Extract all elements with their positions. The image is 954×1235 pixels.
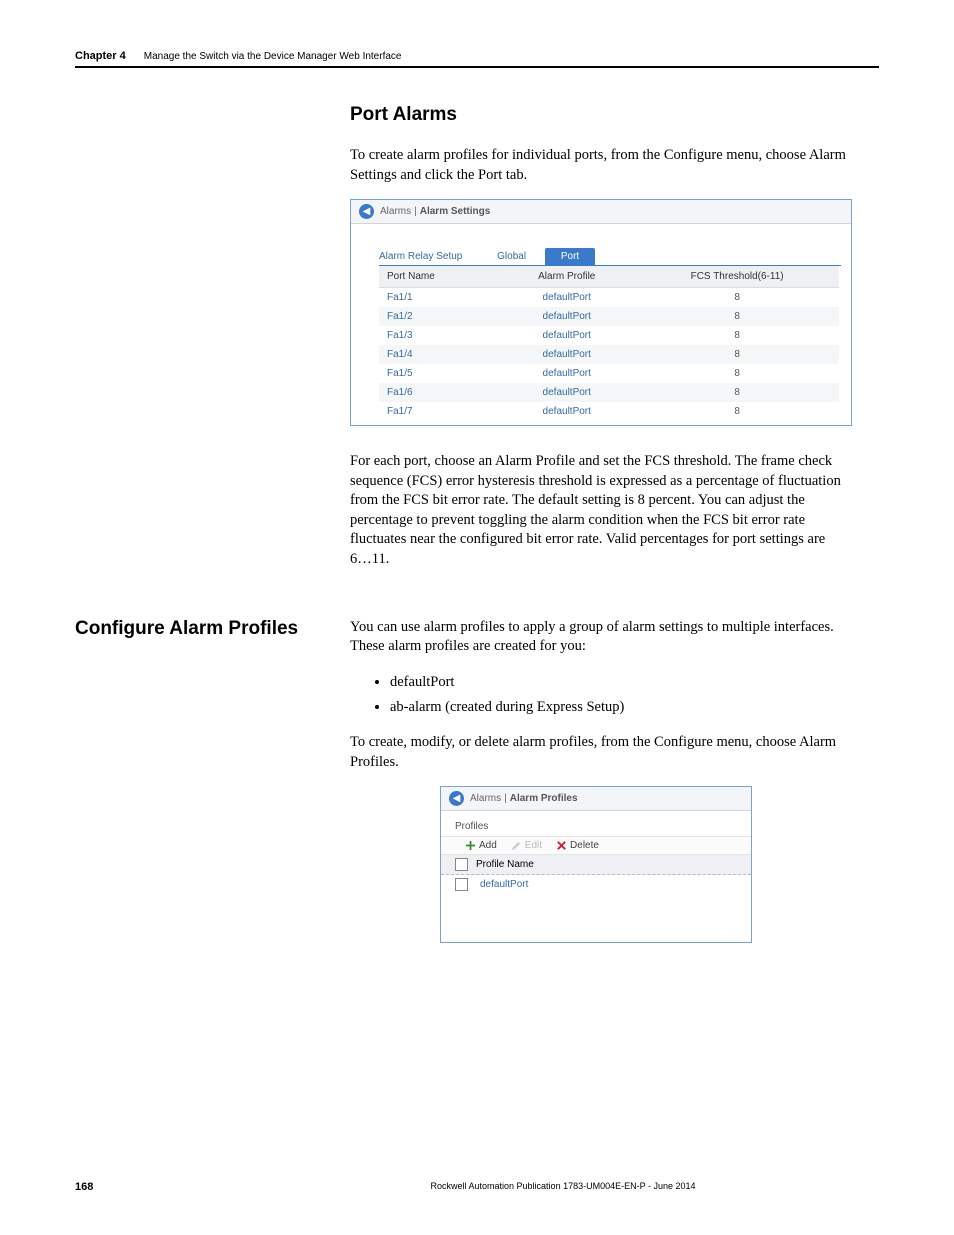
cell-port: Fa1/7 bbox=[379, 402, 498, 421]
list-item: defaultPort bbox=[390, 671, 850, 694]
row-checkbox[interactable] bbox=[455, 878, 468, 891]
cell-fcs: 8 bbox=[635, 402, 839, 421]
chapter-desc: Manage the Switch via the Device Manager… bbox=[144, 51, 402, 62]
back-icon[interactable]: ◀ bbox=[449, 791, 464, 806]
cell-profile: defaultPort bbox=[498, 345, 635, 364]
para-fcs-threshold: For each port, choose an Alarm Profile a… bbox=[350, 452, 850, 569]
cell-profile-name: defaultPort bbox=[480, 879, 528, 890]
table-row[interactable]: Fa1/6defaultPort8 bbox=[379, 383, 839, 402]
add-button[interactable]: Add bbox=[465, 840, 497, 851]
tab-bar: Alarm Relay Setup Global Port bbox=[379, 248, 851, 265]
cell-port: Fa1/3 bbox=[379, 326, 498, 345]
empty-space bbox=[441, 894, 751, 942]
screenshot-alarm-settings: ◀ Alarms | Alarm Settings Alarm Relay Se… bbox=[350, 199, 852, 426]
table-row[interactable]: defaultPort bbox=[441, 875, 751, 894]
table-row[interactable]: Fa1/3defaultPort8 bbox=[379, 326, 839, 345]
cell-port: Fa1/1 bbox=[379, 288, 498, 308]
page-number: 168 bbox=[75, 1181, 247, 1193]
cell-port: Fa1/6 bbox=[379, 383, 498, 402]
page-header: Chapter 4 Manage the Switch via the Devi… bbox=[75, 50, 879, 68]
para-alarm-profiles-intro: You can use alarm profiles to apply a gr… bbox=[350, 618, 850, 657]
breadcrumb-bar: ◀ Alarms | Alarm Profiles bbox=[441, 787, 751, 811]
cell-profile: defaultPort bbox=[498, 364, 635, 383]
toolbar: Add Edit Delete bbox=[441, 836, 751, 855]
breadcrumb-current: Alarm Settings bbox=[420, 206, 491, 217]
tab-global[interactable]: Global bbox=[481, 248, 542, 265]
table-row[interactable]: Fa1/4defaultPort8 bbox=[379, 345, 839, 364]
port-table: Port Name Alarm Profile FCS Threshold(6-… bbox=[379, 266, 839, 421]
delete-label: Delete bbox=[570, 840, 599, 851]
cell-fcs: 8 bbox=[635, 364, 839, 383]
side-heading-configure-alarm-profiles: Configure Alarm Profiles bbox=[75, 618, 350, 944]
delete-button[interactable]: Delete bbox=[556, 840, 599, 851]
para-create-modify-delete: To create, modify, or delete alarm profi… bbox=[350, 733, 850, 772]
section-title-port-alarms: Port Alarms bbox=[350, 104, 879, 126]
page-footer: 168 Rockwell Automation Publication 1783… bbox=[75, 1181, 879, 1193]
col-port-name[interactable]: Port Name bbox=[379, 266, 498, 288]
profile-table-header: Profile Name bbox=[441, 855, 751, 875]
edit-label: Edit bbox=[525, 840, 542, 851]
breadcrumb-parent[interactable]: Alarms bbox=[470, 793, 501, 804]
profiles-label: Profiles bbox=[441, 811, 751, 836]
chapter-label: Chapter 4 bbox=[75, 50, 126, 62]
tab-alarm-relay-setup[interactable]: Alarm Relay Setup bbox=[379, 248, 478, 265]
cell-profile: defaultPort bbox=[498, 307, 635, 326]
publication-info: Rockwell Automation Publication 1783-UM0… bbox=[247, 1181, 879, 1193]
col-fcs-threshold[interactable]: FCS Threshold(6-11) bbox=[635, 266, 839, 288]
screenshot-alarm-profiles: ◀ Alarms | Alarm Profiles Profiles Add E… bbox=[440, 786, 752, 943]
pencil-icon bbox=[511, 840, 522, 851]
cell-port: Fa1/4 bbox=[379, 345, 498, 364]
cell-profile: defaultPort bbox=[498, 402, 635, 421]
tab-port[interactable]: Port bbox=[545, 248, 595, 265]
breadcrumb-sep: | bbox=[414, 206, 417, 217]
table-row[interactable]: Fa1/7defaultPort8 bbox=[379, 402, 839, 421]
col-alarm-profile[interactable]: Alarm Profile bbox=[498, 266, 635, 288]
list-item: ab-alarm (created during Express Setup) bbox=[390, 696, 850, 719]
back-icon[interactable]: ◀ bbox=[359, 204, 374, 219]
select-all-checkbox[interactable] bbox=[455, 858, 468, 871]
table-row[interactable]: Fa1/5defaultPort8 bbox=[379, 364, 839, 383]
breadcrumb-sep: | bbox=[504, 793, 507, 804]
cell-profile: defaultPort bbox=[498, 383, 635, 402]
cell-port: Fa1/5 bbox=[379, 364, 498, 383]
col-profile-name[interactable]: Profile Name bbox=[476, 859, 534, 870]
bullet-list: defaultPort ab-alarm (created during Exp… bbox=[350, 671, 850, 719]
cell-profile: defaultPort bbox=[498, 326, 635, 345]
cell-port: Fa1/2 bbox=[379, 307, 498, 326]
cell-fcs: 8 bbox=[635, 326, 839, 345]
cell-fcs: 8 bbox=[635, 345, 839, 364]
add-label: Add bbox=[479, 840, 497, 851]
cell-profile: defaultPort bbox=[498, 288, 635, 308]
breadcrumb-parent[interactable]: Alarms bbox=[380, 206, 411, 217]
breadcrumb-current: Alarm Profiles bbox=[510, 793, 578, 804]
cell-fcs: 8 bbox=[635, 288, 839, 308]
table-row[interactable]: Fa1/1defaultPort8 bbox=[379, 288, 839, 308]
para-create-alarm-profiles: To create alarm profiles for individual … bbox=[350, 146, 850, 185]
cell-fcs: 8 bbox=[635, 383, 839, 402]
add-icon bbox=[465, 840, 476, 851]
delete-icon bbox=[556, 840, 567, 851]
breadcrumb-bar: ◀ Alarms | Alarm Settings bbox=[351, 200, 851, 224]
edit-button[interactable]: Edit bbox=[511, 840, 542, 851]
cell-fcs: 8 bbox=[635, 307, 839, 326]
table-row[interactable]: Fa1/2defaultPort8 bbox=[379, 307, 839, 326]
